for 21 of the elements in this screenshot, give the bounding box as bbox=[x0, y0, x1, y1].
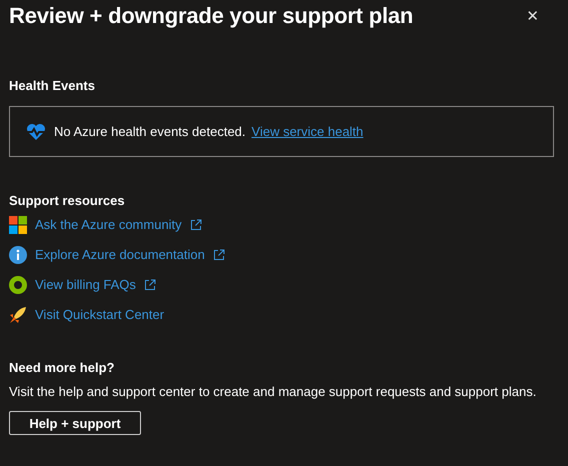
section-heading: Health Events bbox=[9, 78, 96, 93]
section-heading: Support resources bbox=[9, 193, 126, 208]
section-heading: Need more help? bbox=[9, 360, 116, 375]
rocket-icon bbox=[9, 306, 27, 324]
four-squares-icon bbox=[9, 216, 27, 234]
external-link-icon bbox=[212, 248, 225, 260]
ring-icon bbox=[9, 276, 27, 294]
info-icon bbox=[9, 246, 27, 264]
resource-link[interactable]: Explore Azure documentation bbox=[35, 247, 205, 262]
external-link-icon bbox=[144, 278, 156, 290]
resource-link[interactable]: View billing FAQs bbox=[35, 277, 136, 292]
heart-pulse-icon bbox=[26, 122, 46, 140]
close-button[interactable]: ✕ bbox=[518, 7, 559, 25]
external-link-icon bbox=[190, 218, 202, 230]
help-text: Visit the help and support center to create and manage support requests and support plans. bbox=[9, 384, 538, 399]
resource-link[interactable]: Ask the Azure community bbox=[35, 217, 182, 232]
panel-title: Review + downgrade your support plan bbox=[9, 3, 414, 29]
health-message: No Azure health events detected. bbox=[54, 124, 246, 139]
service-health-link[interactable]: View service health bbox=[252, 124, 364, 139]
resource-link[interactable]: Visit Quickstart Center bbox=[35, 307, 164, 322]
help-support-button[interactable]: Help + support bbox=[9, 411, 141, 435]
